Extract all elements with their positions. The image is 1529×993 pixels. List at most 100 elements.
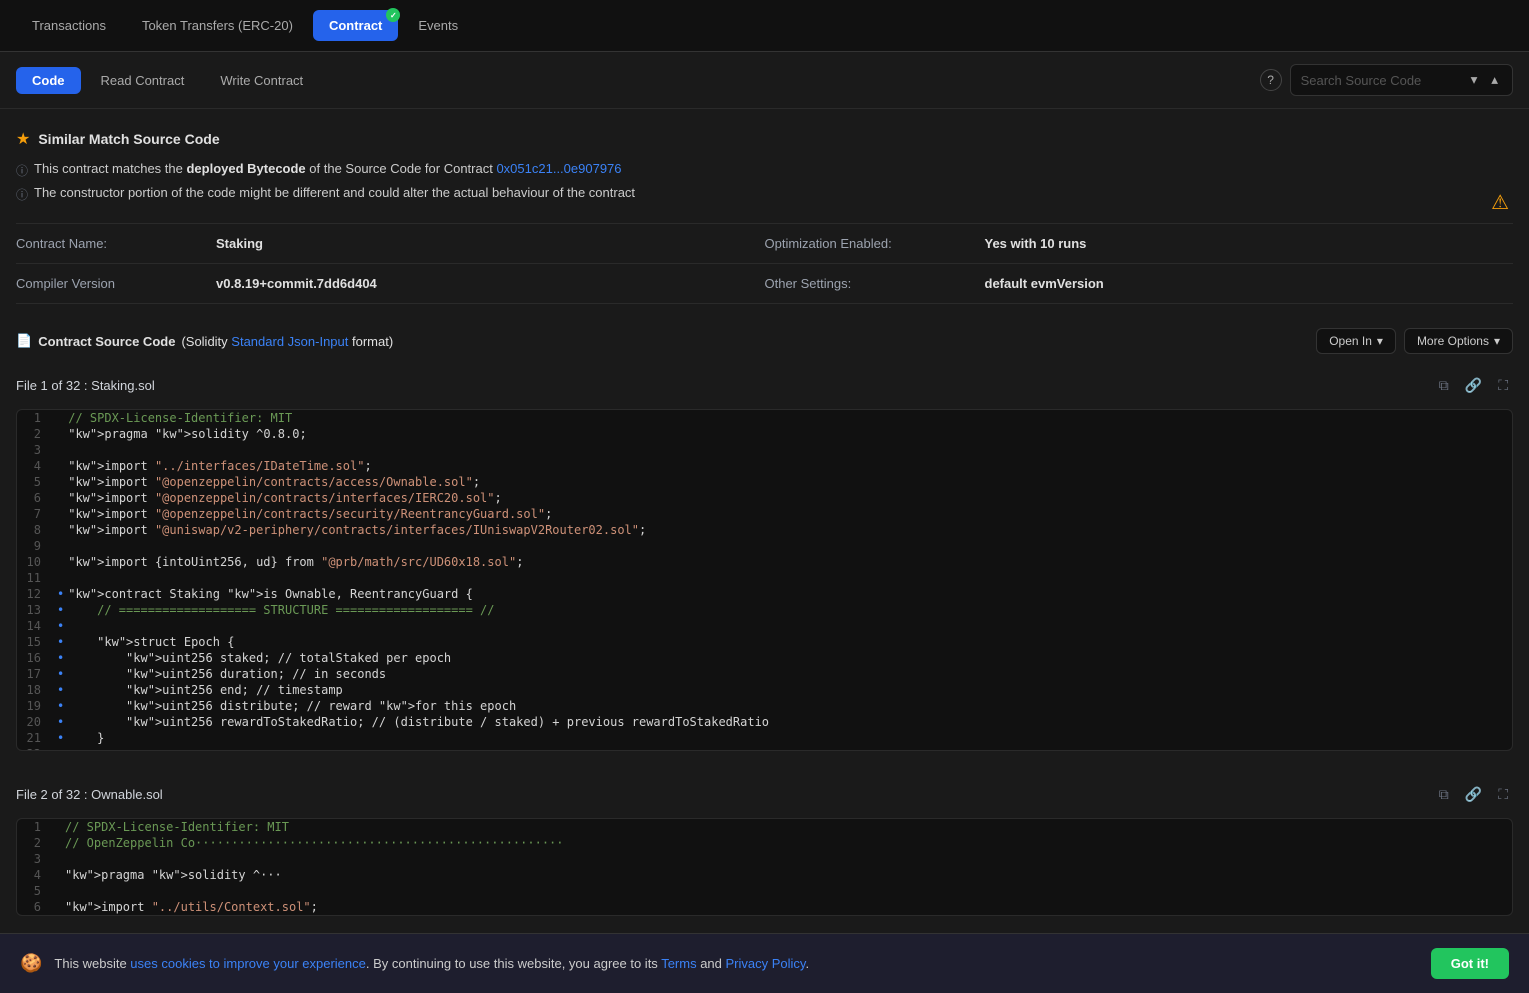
file-2-code-block: 1 // SPDX-License-Identifier: MIT 2 // O…: [16, 818, 1513, 916]
file-1-code-block: 1 // SPDX-License-Identifier: MIT 2 "kw"…: [16, 409, 1513, 751]
line-dot: [53, 506, 68, 522]
line-number: 12: [17, 586, 53, 602]
line-number: 5: [17, 883, 53, 899]
code-line: }: [68, 730, 1512, 746]
cookie-icon: 🍪: [20, 953, 42, 974]
detail-left-2: Compiler Version v0.8.19+commit.7dd6d404: [16, 276, 765, 291]
detail-left-1: Contract Name: Staking: [16, 236, 765, 251]
table-row: 5: [17, 883, 1512, 899]
chevron-up-btn[interactable]: ▴: [1487, 70, 1502, 90]
source-actions: Open In ▾ More Options ▾: [1316, 328, 1513, 354]
code-line: "kw">import "@uniswap/v2-periphery/contr…: [68, 522, 1512, 538]
detail-row-1: Contract Name: Staking Optimization Enab…: [16, 224, 1513, 264]
detail-row-2: Compiler Version v0.8.19+commit.7dd6d404…: [16, 264, 1513, 303]
line-dot: •: [53, 618, 68, 634]
cookie-usage-link[interactable]: uses cookies to improve your experience: [130, 956, 366, 971]
line-dot: [53, 899, 65, 915]
file-2-code-scroll[interactable]: 1 // SPDX-License-Identifier: MIT 2 // O…: [17, 819, 1512, 915]
file-2-header: File 2 of 32 : Ownable.sol ⧉ 🔗 ⛶: [16, 775, 1513, 814]
line-dot: •: [53, 682, 68, 698]
line-dot: [53, 474, 68, 490]
code-line: // SPDX-License-Identifier: MIT: [65, 819, 1512, 835]
code-line: "kw">uint256 rewardToStakedRatio; // (di…: [68, 714, 1512, 730]
tab-transactions[interactable]: Transactions: [16, 10, 122, 41]
sub-btn-write-contract[interactable]: Write Contract: [204, 67, 319, 94]
code-line: "kw">pragma "kw">solidity ^···: [65, 867, 1512, 883]
table-row: 4 "kw">pragma "kw">solidity ^···: [17, 867, 1512, 883]
line-number: 2: [17, 426, 53, 442]
file-1-copy-btn[interactable]: ⧉: [1434, 374, 1454, 397]
line-number: 2: [17, 835, 53, 851]
tab-token-transfers-label: Token Transfers (ERC-20): [142, 18, 293, 33]
file-2-expand-btn[interactable]: ⛶: [1493, 783, 1513, 806]
standard-json-input-link[interactable]: Standard Json-Input: [231, 334, 348, 349]
code-line: [68, 570, 1512, 586]
main-content: ★ Similar Match Source Code ⓘ This contr…: [0, 109, 1529, 960]
code-line: [68, 746, 1512, 750]
help-icon[interactable]: ?: [1260, 69, 1282, 91]
line-number: 3: [17, 851, 53, 867]
line-dot: [53, 867, 65, 883]
file-1-code-table: 1 // SPDX-License-Identifier: MIT 2 "kw"…: [17, 410, 1512, 750]
line-dot: [53, 883, 65, 899]
search-input[interactable]: [1301, 73, 1461, 88]
table-row: 19 • "kw">uint256 distribute; // reward …: [17, 698, 1512, 714]
table-row: 17 • "kw">uint256 duration; // in second…: [17, 666, 1512, 682]
file-1-actions: ⧉ 🔗 ⛶: [1434, 374, 1513, 397]
sub-btn-code[interactable]: Code: [16, 67, 81, 94]
detail-right-1: Optimization Enabled: Yes with 10 runs: [765, 236, 1514, 251]
chevron-down-icon-2: ▾: [1494, 334, 1500, 348]
file-1-code-scroll[interactable]: 1 // SPDX-License-Identifier: MIT 2 "kw"…: [17, 410, 1512, 750]
terms-link[interactable]: Terms: [661, 956, 696, 971]
line-number: 16: [17, 650, 53, 666]
sub-btn-read-contract[interactable]: Read Contract: [85, 67, 201, 94]
contract-verified-check: ✓: [386, 8, 400, 22]
file-1-link-btn[interactable]: 🔗: [1460, 374, 1487, 397]
code-line: "kw">import "../utils/Context.sol";: [65, 899, 1512, 915]
code-line: // SPDX-License-Identifier: MIT: [68, 410, 1512, 426]
more-options-button[interactable]: More Options ▾: [1404, 328, 1513, 354]
file-1-expand-btn[interactable]: ⛶: [1493, 374, 1513, 397]
other-settings-label: Other Settings:: [765, 276, 985, 291]
code-line: "kw">import "@openzeppelin/contracts/sec…: [68, 506, 1512, 522]
file-2-copy-btn[interactable]: ⧉: [1434, 783, 1454, 806]
line-dot: [53, 490, 68, 506]
file-1-name: File 1 of 32 : Staking.sol: [16, 378, 155, 393]
source-title: 📄 Contract Source Code (Solidity Standar…: [16, 333, 393, 349]
file-2-link-btn[interactable]: 🔗: [1460, 783, 1487, 806]
line-dot: •: [53, 746, 68, 750]
similar-match-banner: ★ Similar Match Source Code: [16, 129, 1513, 149]
table-row: 5 "kw">import "@openzeppelin/contracts/a…: [17, 474, 1512, 490]
contract-link[interactable]: 0x051c21...0e907976: [496, 161, 621, 176]
table-row: 4 "kw">import "../interfaces/IDateTime.s…: [17, 458, 1512, 474]
other-settings-value: default evmVersion: [985, 276, 1104, 291]
cookie-banner: 🍪 This website uses cookies to improve y…: [0, 933, 1529, 993]
line-number: 1: [17, 819, 53, 835]
code-line: "kw">uint256 duration; // in seconds: [68, 666, 1512, 682]
privacy-policy-link[interactable]: Privacy Policy: [726, 956, 806, 971]
info-icon-2: ⓘ: [16, 186, 28, 203]
line-number: 3: [17, 442, 53, 458]
line-dot: [53, 538, 68, 554]
line-number: 7: [17, 506, 53, 522]
tab-token-transfers[interactable]: Token Transfers (ERC-20): [126, 10, 309, 41]
code-line: "kw">import {intoUint256, ud} from "@prb…: [68, 554, 1512, 570]
info-row-1: ⓘ This contract matches the deployed Byt…: [16, 161, 1513, 179]
file-2-name: File 2 of 32 : Ownable.sol: [16, 787, 163, 802]
line-dot: •: [53, 714, 68, 730]
code-line: // OpenZeppelin Co······················…: [65, 835, 1512, 851]
compiler-version-label: Compiler Version: [16, 276, 216, 291]
open-in-button[interactable]: Open In ▾: [1316, 328, 1396, 354]
got-it-button[interactable]: Got it!: [1431, 948, 1509, 979]
tab-events[interactable]: Events: [402, 10, 474, 41]
chevron-down-btn[interactable]: ▾: [1467, 70, 1482, 90]
top-tab-bar: Transactions Token Transfers (ERC-20) Co…: [0, 0, 1529, 52]
line-dot: •: [53, 650, 68, 666]
line-number: 9: [17, 538, 53, 554]
line-number: 17: [17, 666, 53, 682]
line-number: 15: [17, 634, 53, 650]
tab-contract[interactable]: Contract ✓: [313, 10, 398, 41]
table-row: 6 "kw">import "@openzeppelin/contracts/i…: [17, 490, 1512, 506]
line-dot: [53, 458, 68, 474]
code-line: [68, 442, 1512, 458]
